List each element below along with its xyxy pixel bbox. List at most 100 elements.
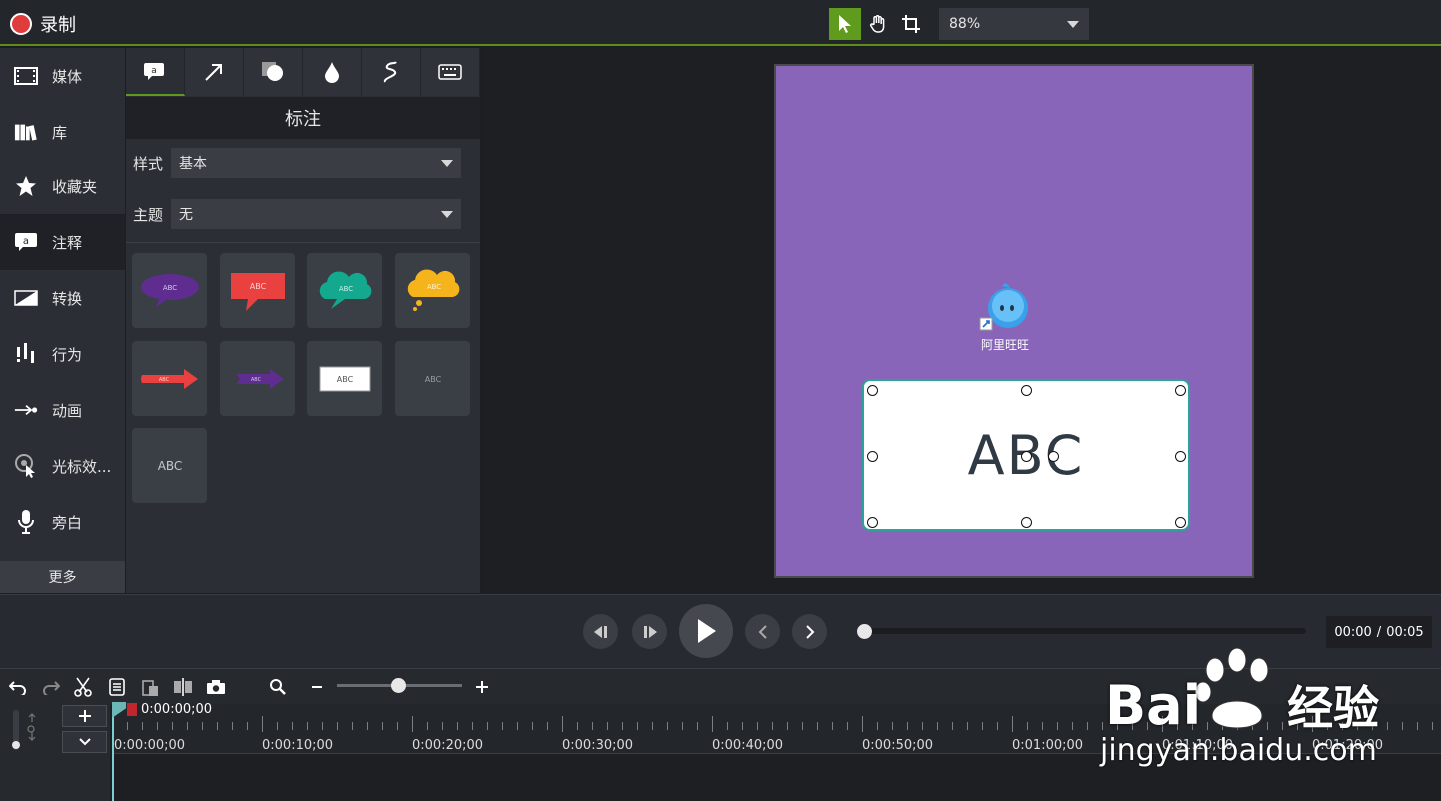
sidebar-item-transitions[interactable]: 转换	[0, 270, 125, 326]
watermark-brand-text: Bai	[1105, 674, 1202, 737]
copy-icon	[109, 678, 125, 696]
ruler-tick	[142, 722, 143, 730]
zoom-value: 88%	[949, 16, 981, 32]
pointer-icon	[839, 15, 851, 33]
resize-handle[interactable]	[1175, 451, 1186, 462]
callout-tab-icon: a	[144, 63, 164, 80]
svg-text:ABC: ABC	[338, 285, 352, 293]
ruler-tick	[562, 716, 563, 732]
callout-preset-text-plain[interactable]: ABC	[132, 428, 207, 503]
playhead-out-marker[interactable]	[127, 703, 137, 716]
resize-handle[interactable]	[867, 517, 878, 528]
step-forward-button[interactable]	[632, 614, 667, 649]
play-button[interactable]	[679, 604, 733, 658]
next-marker-button[interactable]	[792, 614, 827, 649]
camera-icon	[207, 680, 225, 694]
zoom-dropdown[interactable]: 88%	[939, 8, 1089, 40]
style-value: 基本	[179, 156, 207, 172]
tab-shapes[interactable]	[244, 48, 303, 96]
theme-value: 无	[179, 207, 193, 223]
callout-preset-white-box[interactable]: ABC	[307, 341, 382, 416]
pan-tool-button[interactable]	[862, 8, 894, 40]
ruler-tick	[772, 722, 773, 730]
callout-preset-red-arrow[interactable]: ABC	[132, 341, 207, 416]
tab-blur[interactable]	[303, 48, 362, 96]
paste-button[interactable]	[139, 676, 161, 698]
desktop-icon-label: 阿里旺旺	[980, 338, 1029, 352]
playhead[interactable]	[112, 712, 114, 801]
callout-preset-purple-arrow[interactable]: ABC	[220, 341, 295, 416]
ruler-tick	[637, 722, 638, 730]
theme-dropdown[interactable]: 无	[171, 199, 461, 229]
collapse-tracks-button[interactable]	[62, 731, 107, 753]
tab-keystrokes[interactable]	[421, 48, 480, 96]
tab-callouts[interactable]: a	[126, 48, 185, 96]
ruler-tick	[157, 722, 158, 730]
ruler-tick	[172, 722, 173, 730]
move-handle[interactable]	[1048, 451, 1059, 462]
split-button[interactable]	[172, 676, 194, 698]
record-button[interactable]: 录制	[10, 11, 76, 37]
sidebar-item-animations[interactable]: 动画	[0, 382, 125, 438]
scrub-handle[interactable]	[857, 624, 872, 639]
sidebar-item-label: 转换	[52, 289, 83, 308]
sidebar-item-behaviors[interactable]: 行为	[0, 326, 125, 382]
track-height-handle[interactable]	[12, 741, 20, 749]
step-back-button[interactable]	[583, 614, 618, 649]
tab-arrows[interactable]	[185, 48, 244, 96]
redo-button[interactable]	[40, 676, 62, 698]
select-tool-button[interactable]	[829, 8, 861, 40]
resize-handle[interactable]	[867, 385, 878, 396]
callout-preset-purple-speech[interactable]: ABC	[132, 253, 207, 328]
aliwangwang-desktop-icon[interactable]	[978, 282, 1034, 334]
add-track-button[interactable]	[62, 705, 107, 727]
ruler-tick	[967, 722, 968, 730]
copy-button[interactable]	[106, 676, 128, 698]
scrub-bar[interactable]	[860, 628, 1306, 634]
svg-text:ABC: ABC	[249, 282, 266, 291]
ruler-tick	[532, 722, 533, 730]
minus-icon	[312, 686, 322, 688]
tab-sketch[interactable]	[362, 48, 421, 96]
resize-handle[interactable]	[1175, 517, 1186, 528]
ruler-tick	[217, 722, 218, 730]
ruler-tick	[487, 722, 488, 730]
svg-text:ABC: ABC	[426, 283, 440, 291]
resize-handle[interactable]	[1021, 517, 1032, 528]
keystroke-tab-icon	[438, 64, 462, 80]
more-button[interactable]: 更多	[0, 561, 125, 593]
callout-preset-text-dark[interactable]: ABC	[395, 341, 470, 416]
sidebar-item-annotations[interactable]: a 注释	[0, 214, 125, 270]
crop-icon	[902, 15, 920, 33]
chevron-down-icon	[441, 210, 453, 218]
undo-button[interactable]	[7, 676, 29, 698]
sidebar-item-media[interactable]: 媒体	[0, 48, 125, 104]
sidebar-item-favorites[interactable]: 收藏夹	[0, 158, 125, 214]
timeline-zoom-handle[interactable]	[391, 678, 406, 693]
rotate-handle[interactable]	[1021, 451, 1032, 462]
callout-preset-yellow-thought[interactable]: ABC	[395, 253, 470, 328]
resize-handle[interactable]	[1175, 385, 1186, 396]
chevron-down-icon	[78, 738, 91, 746]
resize-handle[interactable]	[867, 451, 878, 462]
previous-marker-button[interactable]	[745, 614, 780, 649]
sidebar-item-library[interactable]: 库	[0, 104, 125, 160]
zoom-tool-button[interactable]	[267, 676, 289, 698]
style-dropdown[interactable]: 基本	[171, 148, 461, 178]
resize-handle[interactable]	[1021, 385, 1032, 396]
cut-button[interactable]	[72, 676, 94, 698]
svg-text:ABC: ABC	[157, 459, 182, 473]
watermark-brand-suffix: 经验	[1287, 681, 1380, 735]
time-separator: /	[1376, 624, 1382, 640]
sidebar-item-cursor-effects[interactable]: 光标效...	[0, 438, 125, 494]
callout-preset-teal-cloud[interactable]: ABC	[307, 253, 382, 328]
snapshot-button[interactable]	[205, 676, 227, 698]
zoom-in-button[interactable]	[471, 676, 493, 698]
track-zoom-icon	[26, 712, 38, 742]
ruler-tick	[547, 722, 548, 730]
ruler-tick	[682, 722, 683, 730]
sidebar-item-narration[interactable]: 旁白	[0, 494, 125, 550]
callout-preset-red-rectangle[interactable]: ABC	[220, 253, 295, 328]
crop-tool-button[interactable]	[895, 8, 927, 40]
zoom-out-button[interactable]	[306, 676, 328, 698]
